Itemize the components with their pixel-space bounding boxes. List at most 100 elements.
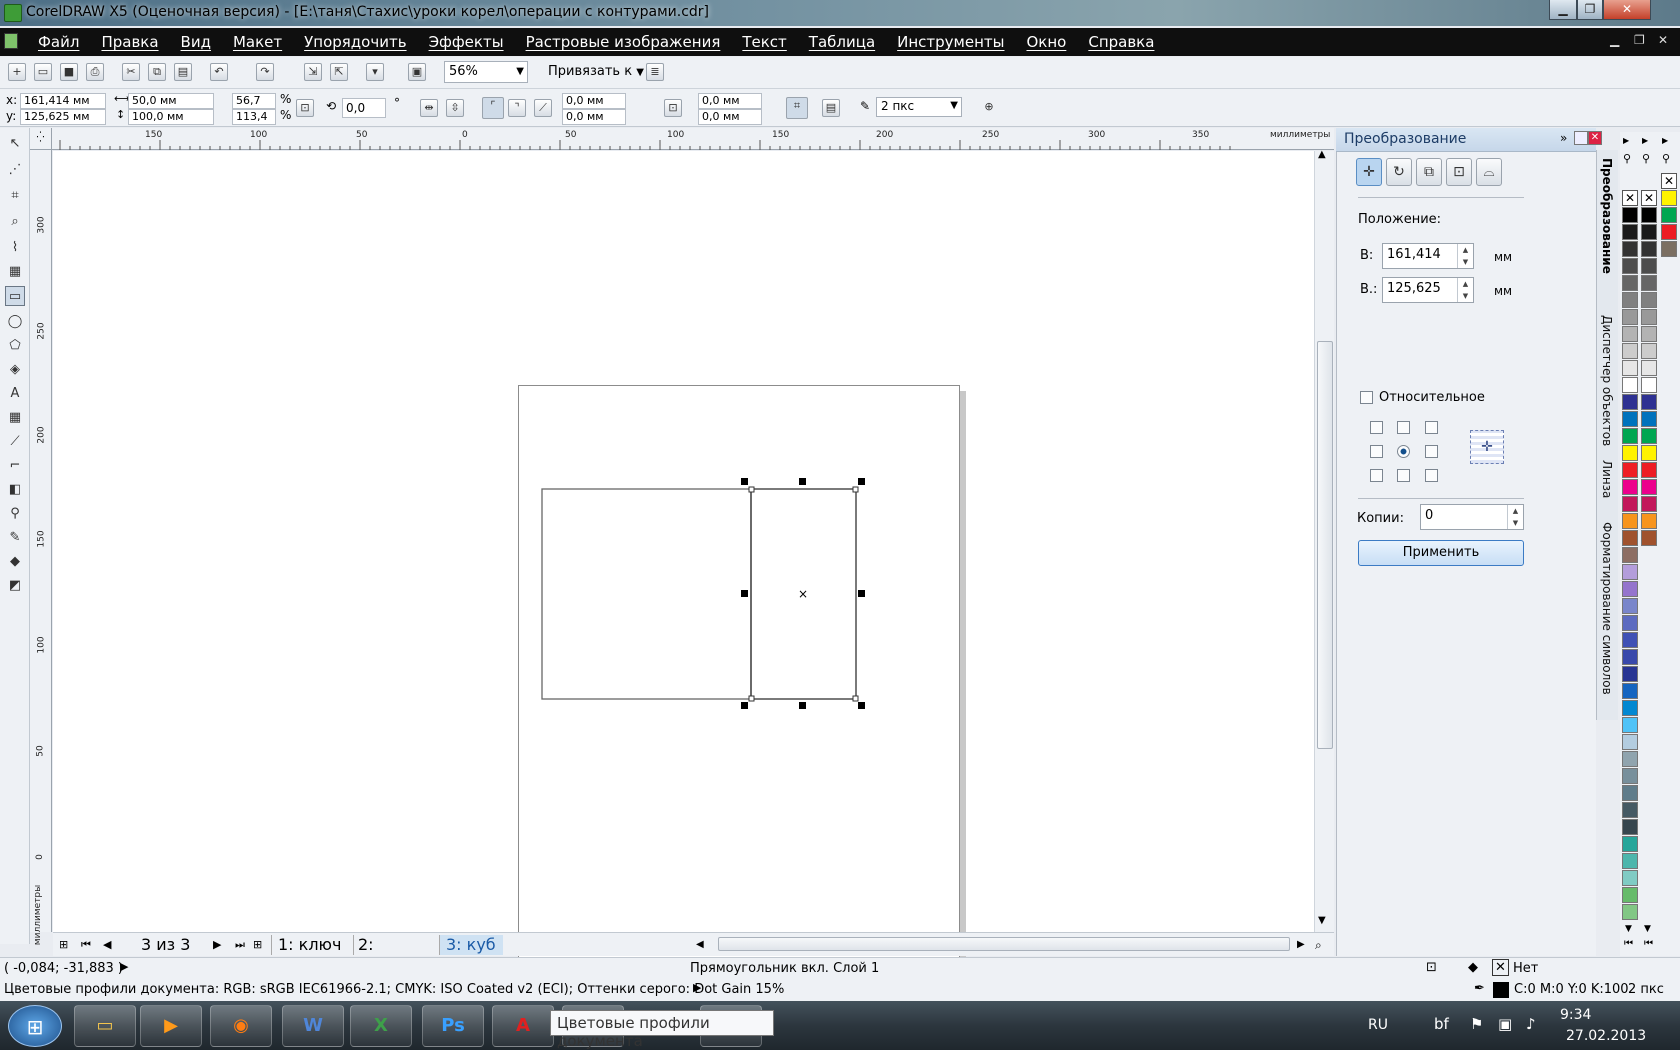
color-swatch[interactable] bbox=[1622, 717, 1638, 733]
crop-tool-icon[interactable]: ⌗ bbox=[5, 186, 25, 206]
palette-scroll-up-icon[interactable]: ▶ bbox=[1623, 136, 1629, 145]
corner-lock-icon[interactable]: ⊡ bbox=[664, 99, 682, 117]
color-swatch[interactable] bbox=[1622, 649, 1638, 665]
media-player-task-icon[interactable]: ▶ bbox=[140, 1005, 202, 1047]
hscroll-right-icon[interactable]: ▶ bbox=[1297, 935, 1305, 955]
print-icon[interactable]: ⎙ bbox=[86, 63, 104, 81]
language-indicator[interactable]: RU bbox=[1368, 1017, 1388, 1033]
color-swatch[interactable] bbox=[1622, 836, 1638, 852]
mirror-vertical-icon[interactable]: ⇳ bbox=[446, 99, 464, 117]
snap-origin-icon[interactable] bbox=[2, 126, 22, 146]
fill-tool-icon[interactable]: ◆ bbox=[5, 552, 25, 572]
color-swatch[interactable] bbox=[1641, 241, 1657, 257]
corner-radius-4[interactable]: 0,0 мм bbox=[698, 109, 762, 125]
color-swatch[interactable] bbox=[1622, 411, 1638, 427]
mirror-horizontal-icon[interactable]: ⇹ bbox=[420, 99, 438, 117]
import-icon[interactable]: ⇲ bbox=[304, 63, 322, 81]
color-swatch[interactable] bbox=[1622, 853, 1638, 869]
color-swatch[interactable] bbox=[1661, 224, 1677, 240]
color-swatch[interactable] bbox=[1622, 241, 1638, 257]
color-swatch[interactable] bbox=[1641, 275, 1657, 291]
chamfer-corner-icon[interactable]: ⟋ bbox=[534, 99, 552, 117]
height-field[interactable]: 100,0 мм bbox=[128, 109, 214, 125]
menu-table[interactable]: Таблица bbox=[809, 33, 875, 51]
color-swatch[interactable] bbox=[1622, 700, 1638, 716]
spinner-arrows-icon[interactable]: ▲ ▼ bbox=[1507, 505, 1523, 529]
vertical-scrollbar[interactable]: ▲ ▼ bbox=[1314, 149, 1334, 932]
menu-edit[interactable]: Правка bbox=[101, 33, 158, 51]
color-swatch[interactable] bbox=[1641, 326, 1657, 342]
options-icon[interactable]: ≣ bbox=[646, 63, 664, 81]
color-swatch[interactable] bbox=[1622, 581, 1638, 597]
h-position-input[interactable]: 161,414 ▲ ▼ bbox=[1382, 243, 1474, 269]
width-field[interactable]: 50,0 мм bbox=[128, 93, 214, 109]
color-swatch[interactable] bbox=[1622, 615, 1638, 631]
text-tool-icon[interactable]: A bbox=[5, 384, 25, 404]
acrobat-task-icon[interactable]: A bbox=[492, 1005, 554, 1047]
add-page-after-icon[interactable]: ⊞ bbox=[253, 935, 262, 955]
color-swatch[interactable] bbox=[1661, 190, 1677, 206]
menu-view[interactable]: Вид bbox=[181, 33, 211, 51]
menu-layout[interactable]: Макет bbox=[233, 33, 282, 51]
horizontal-scroll-thumb[interactable] bbox=[718, 937, 1290, 951]
color-swatch[interactable] bbox=[1622, 462, 1638, 478]
v-position-input[interactable]: 125,625 ▲ ▼ bbox=[1382, 277, 1474, 303]
scroll-up-icon[interactable]: ▲ bbox=[1318, 149, 1326, 160]
corner-radius-3[interactable]: 0,0 мм bbox=[698, 93, 762, 109]
menu-help[interactable]: Справка bbox=[1088, 33, 1154, 51]
color-swatch[interactable] bbox=[1641, 258, 1657, 274]
menu-tools[interactable]: Инструменты bbox=[897, 33, 1004, 51]
menu-file[interactable]: Файл bbox=[38, 33, 79, 51]
round-corner-icon[interactable]: ⌜ bbox=[482, 97, 504, 119]
new-icon[interactable]: + bbox=[8, 63, 26, 81]
apply-button[interactable]: Применить bbox=[1358, 540, 1524, 566]
corner-radius-2[interactable]: 0,0 мм bbox=[562, 109, 626, 125]
menu-text[interactable]: Текст bbox=[742, 33, 786, 51]
doc-restore-icon[interactable]: ❐ bbox=[1634, 33, 1645, 47]
drawing-canvas[interactable]: × bbox=[53, 151, 1314, 1009]
zoom-one-shot-icon[interactable]: ⌕ bbox=[1315, 935, 1322, 955]
color-swatch[interactable] bbox=[1622, 496, 1638, 512]
anchor-middle-left[interactable] bbox=[1370, 445, 1383, 458]
explorer-task-icon[interactable]: ▭ bbox=[74, 1005, 136, 1047]
volume-icon[interactable]: ♪ bbox=[1526, 1015, 1536, 1033]
tab-object-manager[interactable]: Диспетчер объектов bbox=[1600, 315, 1614, 446]
page-tab-1[interactable]: 1: ключ bbox=[271, 935, 351, 955]
color-swatch[interactable] bbox=[1622, 734, 1638, 750]
color-swatch[interactable] bbox=[1622, 343, 1638, 359]
convert-to-curves-icon[interactable]: ⊕ bbox=[980, 99, 998, 117]
no-color-swatch[interactable]: ✕ bbox=[1622, 190, 1638, 206]
tab-transformation[interactable]: Преобразование bbox=[1600, 158, 1614, 274]
rectangle-tool-icon[interactable]: ▭ bbox=[5, 286, 25, 306]
anchor-bottom-left[interactable] bbox=[1370, 469, 1383, 482]
anchor-bottom-center[interactable] bbox=[1397, 469, 1410, 482]
outline-tool-icon[interactable]: ✎ bbox=[5, 528, 25, 548]
corner-radius-1[interactable]: 0,0 мм bbox=[562, 93, 626, 109]
no-color-swatch[interactable]: ✕ bbox=[1641, 190, 1657, 206]
clock-date[interactable]: 27.02.2013 bbox=[1566, 1028, 1646, 1044]
color-swatch[interactable] bbox=[1622, 377, 1638, 393]
docker-close-icon[interactable]: ✕ bbox=[1588, 131, 1602, 145]
color-swatch[interactable] bbox=[1622, 904, 1638, 920]
anchor-center[interactable] bbox=[1397, 445, 1410, 458]
rectangle-left[interactable] bbox=[541, 488, 752, 700]
color-swatch[interactable] bbox=[1622, 802, 1638, 818]
color-swatch[interactable] bbox=[1641, 462, 1657, 478]
welcome-screen-icon[interactable]: ▣ bbox=[408, 63, 426, 81]
color-swatch[interactable] bbox=[1622, 292, 1638, 308]
undo-icon[interactable]: ↶ bbox=[210, 63, 228, 81]
anchor-bottom-right[interactable] bbox=[1425, 469, 1438, 482]
color-swatch[interactable] bbox=[1641, 377, 1657, 393]
color-swatch[interactable] bbox=[1641, 292, 1657, 308]
edit-fill-icon[interactable]: ⊡ bbox=[1426, 960, 1437, 975]
color-swatch[interactable] bbox=[1661, 241, 1677, 257]
hscroll-left-icon[interactable]: ◀ bbox=[696, 935, 704, 955]
menu-effects[interactable]: Эффекты bbox=[429, 33, 504, 51]
scroll-down-icon[interactable]: ▼ bbox=[1318, 915, 1326, 926]
rotate-mode-icon[interactable]: ↻ bbox=[1386, 158, 1412, 186]
wrap-text-icon[interactable]: ▤ bbox=[822, 99, 840, 117]
zoom-tool-icon[interactable]: ⌕ bbox=[5, 212, 25, 232]
blend-tool-icon[interactable]: ◧ bbox=[5, 480, 25, 500]
color-swatch[interactable] bbox=[1622, 428, 1638, 444]
ellipse-tool-icon[interactable]: ◯ bbox=[5, 312, 25, 332]
